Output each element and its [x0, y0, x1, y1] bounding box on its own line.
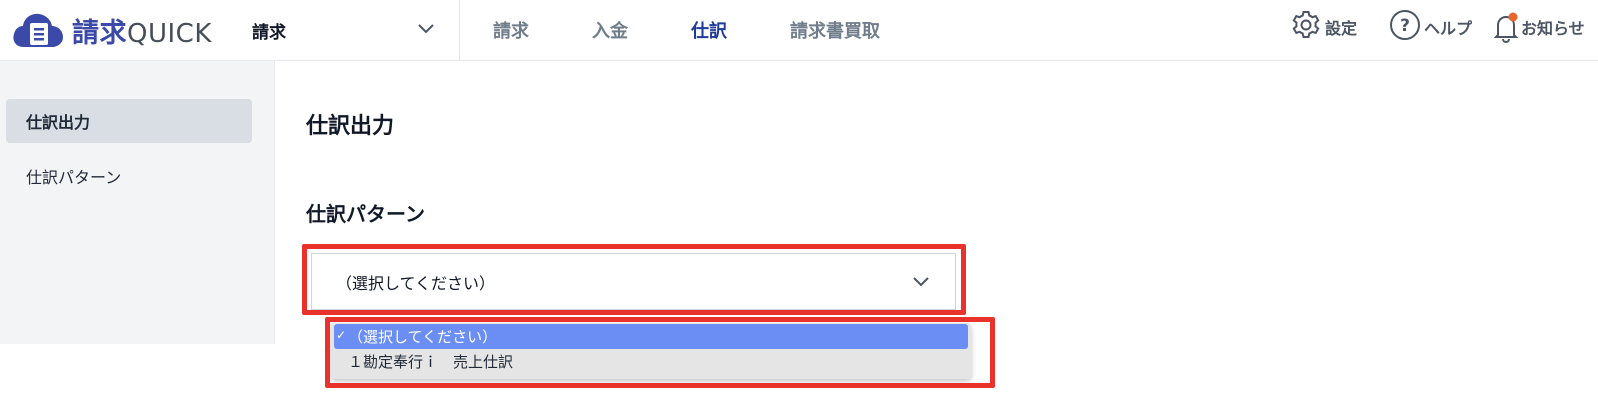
- nav-item-factoring[interactable]: 請求書買取: [790, 17, 880, 43]
- cloud-document-icon: [10, 9, 66, 51]
- top-header: 請求 QUICK 請求 請求 入金 仕訳 請求書買取 設定 ? ヘルプ お知らせ: [0, 0, 1598, 61]
- select-option-label: （選択してください）: [348, 328, 498, 346]
- chevron-down-icon: [417, 20, 435, 39]
- main-nav: 請求 入金 仕訳 請求書買取: [460, 0, 910, 60]
- bell-icon: [1493, 11, 1519, 43]
- page-title: 仕訳出力: [306, 114, 395, 139]
- sidebar-item-label: 仕訳パターン: [26, 168, 122, 187]
- select-option[interactable]: １勘定奉行ｉ 売上仕訳: [334, 349, 968, 374]
- notifications-label: お知らせ: [1521, 19, 1585, 38]
- sidebar-item-journal-output[interactable]: 仕訳出力: [6, 99, 252, 143]
- nav-item-invoice[interactable]: 請求: [493, 17, 529, 43]
- app-logo-text: 請求 QUICK: [72, 11, 212, 50]
- app-logo[interactable]: 請求 QUICK: [10, 9, 212, 51]
- app-switcher[interactable]: 請求: [252, 0, 460, 60]
- sidebar-item-journal-pattern[interactable]: 仕訳パターン: [6, 154, 252, 198]
- sidebar-item-label: 仕訳出力: [26, 113, 91, 132]
- gear-icon: [1290, 9, 1322, 45]
- journal-pattern-select[interactable]: （選択してください）: [311, 253, 956, 310]
- help-link[interactable]: ? ヘルプ: [1389, 10, 1472, 44]
- logo-latin: QUICK: [127, 18, 212, 49]
- help-label: ヘルプ: [1424, 19, 1473, 38]
- sidebar: 仕訳出力 仕訳パターン: [0, 61, 275, 344]
- logo-kanji: 請求: [72, 17, 127, 49]
- chevron-down-icon: [911, 274, 931, 293]
- question-circle-icon: ?: [1389, 9, 1421, 45]
- select-option[interactable]: ✓ （選択してください）: [334, 324, 968, 349]
- app-switcher-label: 請求: [252, 22, 286, 43]
- settings-link[interactable]: 設定: [1290, 10, 1357, 44]
- settings-label: 設定: [1325, 19, 1358, 38]
- nav-item-payment[interactable]: 入金: [592, 17, 628, 43]
- select-value: （選択してください）: [336, 273, 496, 293]
- nav-item-journal[interactable]: 仕訳: [691, 17, 727, 43]
- svg-text:?: ?: [1400, 16, 1410, 36]
- check-icon: ✓: [336, 328, 347, 342]
- select-option-label: １勘定奉行ｉ 売上仕訳: [348, 353, 514, 371]
- select-dropdown-list: ✓ （選択してください） １勘定奉行ｉ 売上仕訳: [331, 323, 971, 379]
- notifications-link[interactable]: お知らせ: [1493, 10, 1585, 44]
- section-title: 仕訳パターン: [306, 202, 425, 226]
